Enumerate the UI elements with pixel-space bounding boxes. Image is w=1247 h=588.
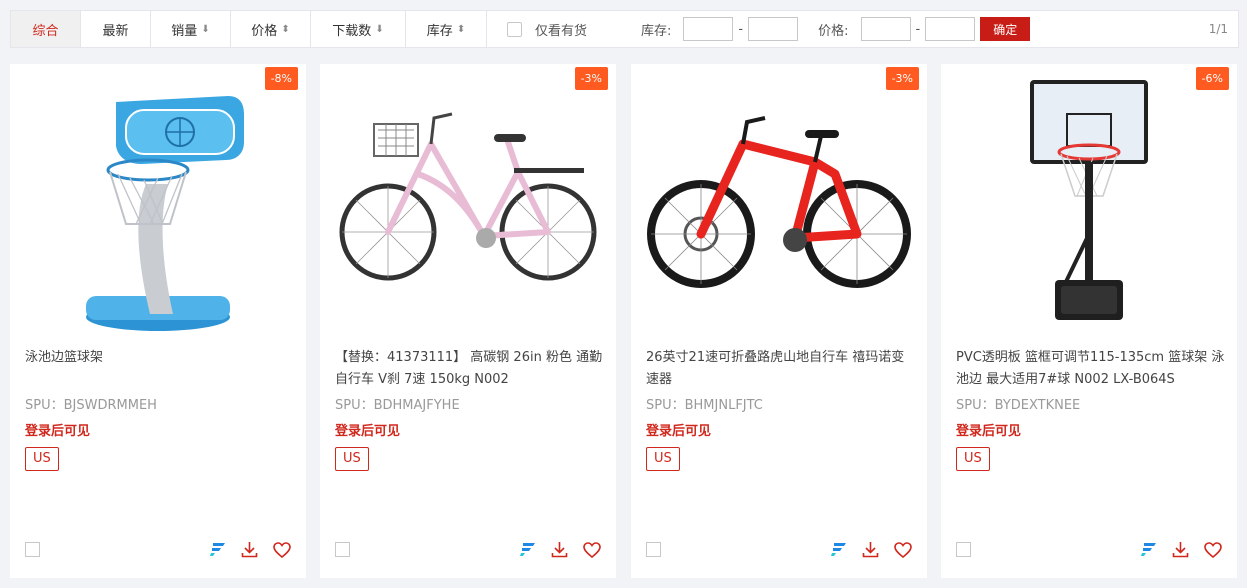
sort-tab-price[interactable]: 价格 ⬍: [231, 11, 311, 47]
sort-down-icon: ⬇: [201, 23, 210, 35]
in-stock-checkbox[interactable]: [507, 21, 522, 37]
discount-badge: -3%: [885, 67, 919, 90]
price-max-input[interactable]: [925, 17, 976, 41]
price-min-input[interactable]: [860, 17, 911, 41]
product-card[interactable]: -3% 【替换：41373111】 高碳钢 26in 粉色 通勤自行车 V刹 7…: [320, 64, 616, 578]
confirm-button[interactable]: 确定: [980, 17, 1031, 41]
f-logo-icon[interactable]: [829, 540, 848, 559]
price-range-label: 价格:: [818, 23, 849, 39]
sort-updown-icon: ⬍: [456, 23, 466, 35]
login-to-view-price[interactable]: 登录后可见: [25, 420, 90, 439]
sort-tab-newest[interactable]: 最新: [81, 11, 151, 47]
product-card[interactable]: -3% 26英寸21速可折叠路虎山地自行车 禧玛诺变速器 SPU：BHMJNLF…: [631, 64, 927, 578]
select-checkbox[interactable]: [335, 542, 350, 557]
product-image[interactable]: [10, 64, 306, 344]
product-spu: SPU：BJSWDRMMEH: [25, 398, 157, 413]
region-tag: US: [335, 447, 369, 471]
product-spu: SPU：BDHMAJFYHE: [335, 398, 460, 413]
heart-icon[interactable]: [582, 540, 601, 559]
product-title[interactable]: 26英寸21速可折叠路虎山地自行车 禧玛诺变速器: [646, 347, 916, 391]
product-title[interactable]: PVC透明板 篮框可调节115-135cm 篮球架 泳池边 最大适用7#球 N0…: [956, 347, 1226, 391]
discount-badge: -6%: [1195, 67, 1229, 90]
select-checkbox[interactable]: [956, 542, 971, 557]
download-icon[interactable]: [861, 540, 880, 559]
login-to-view-price[interactable]: 登录后可见: [646, 420, 711, 439]
product-card[interactable]: -6% PVC透明板 篮框可调节115-135cm 篮球架 泳池边 最大适用7#…: [941, 64, 1237, 578]
discount-badge: -8%: [264, 67, 298, 90]
login-to-view-price[interactable]: 登录后可见: [335, 420, 400, 439]
range-dash: -: [738, 21, 744, 37]
range-dash: -: [915, 21, 921, 37]
product-image[interactable]: [631, 64, 927, 344]
download-icon[interactable]: [1171, 540, 1190, 559]
sort-tab-stock[interactable]: 库存 ⬍: [406, 11, 487, 47]
product-image[interactable]: [320, 64, 616, 344]
heart-icon[interactable]: [272, 540, 291, 559]
in-stock-filter[interactable]: 仅看有货: [507, 20, 587, 39]
sort-updown-icon: ⬍: [281, 23, 290, 35]
product-title[interactable]: 【替换：41373111】 高碳钢 26in 粉色 通勤自行车 V刹 7速 15…: [335, 347, 605, 391]
stock-max-input[interactable]: [748, 17, 799, 41]
product-spu: SPU：BYDEXTKNEE: [956, 398, 1081, 413]
f-logo-icon[interactable]: [518, 540, 537, 559]
stock-min-input[interactable]: [683, 17, 734, 41]
sort-tab-sales[interactable]: 销量 ⬇: [151, 11, 231, 47]
region-tag: US: [956, 447, 990, 471]
download-icon[interactable]: [240, 540, 259, 559]
sort-tab-downloads[interactable]: 下载数 ⬇: [311, 11, 406, 47]
login-to-view-price[interactable]: 登录后可见: [956, 420, 1021, 439]
sort-down-icon: ⬇: [375, 23, 384, 35]
product-spu: SPU：BHMJNLFJTC: [646, 398, 763, 413]
region-tag: US: [25, 447, 59, 471]
filter-toolbar: 综合 最新 销量 ⬇ 价格 ⬍ 下载数 ⬇ 库存 ⬍ 仅看有货 库存: - 价格: - …: [10, 10, 1239, 48]
product-image[interactable]: [941, 64, 1237, 344]
in-stock-label: 仅看有货: [535, 23, 588, 39]
f-logo-icon[interactable]: [208, 540, 227, 559]
select-checkbox[interactable]: [646, 542, 661, 557]
stock-range-label: 库存:: [641, 23, 672, 39]
sort-tab-default[interactable]: 综合: [11, 11, 81, 47]
select-checkbox[interactable]: [25, 542, 40, 557]
product-card[interactable]: -8% 泳池边篮球架 SPU：BJSWDRMMEH 登录后可见 US: [10, 64, 306, 578]
heart-icon[interactable]: [893, 540, 912, 559]
pagination-indicator: 1/1: [1208, 22, 1228, 36]
discount-badge: -3%: [574, 67, 608, 90]
product-title[interactable]: 泳池边篮球架: [25, 347, 295, 369]
f-logo-icon[interactable]: [1139, 540, 1158, 559]
region-tag: US: [646, 447, 680, 471]
heart-icon[interactable]: [1203, 540, 1222, 559]
download-icon[interactable]: [550, 540, 569, 559]
